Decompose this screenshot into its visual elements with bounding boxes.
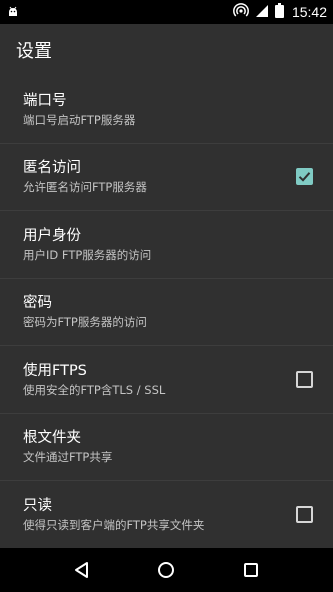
pref-summary: 文件通过FTP共享 (23, 450, 113, 465)
pref-root-folder[interactable]: 根文件夹 文件通过FTP共享 (0, 414, 333, 481)
pref-port[interactable]: 端口号 端口号启动FTP服务器 (0, 76, 333, 144)
recents-button[interactable] (231, 550, 271, 590)
pref-summary: 允许匿名访问FTP服务器 (23, 180, 147, 195)
pref-title: 只读 (23, 498, 52, 515)
back-icon (75, 562, 89, 578)
battery-icon (274, 2, 284, 22)
recents-icon (243, 563, 258, 577)
pref-title: 密码 (23, 295, 52, 312)
pref-use-ftps[interactable]: 使用FTPS 使用安全的FTP含TLS / SSL (0, 346, 333, 414)
status-time: 15:42 (291, 4, 327, 20)
pref-title: 用户身份 (23, 227, 81, 244)
pref-read-only[interactable]: 只读 使得只读到客户端的FTP共享文件夹 (0, 481, 333, 548)
hotspot-icon (233, 2, 249, 22)
back-button[interactable] (62, 550, 102, 590)
read-only-checkbox[interactable] (296, 506, 313, 524)
pref-summary: 端口号启动FTP服务器 (23, 112, 136, 127)
pref-title: 端口号 (23, 92, 67, 109)
pref-summary: 用户ID FTP服务器的访问 (23, 247, 152, 262)
status-bar: 15:42 (0, 0, 333, 24)
pref-summary: 使用安全的FTP含TLS / SSL (23, 382, 166, 397)
pref-password[interactable]: 密码 密码为FTP服务器的访问 (0, 279, 333, 346)
anonymous-access-checkbox[interactable] (296, 168, 313, 186)
pref-summary: 密码为FTP服务器的访问 (23, 315, 147, 330)
home-button[interactable] (146, 550, 186, 590)
preference-list: 端口号 端口号启动FTP服务器 匿名访问 允许匿名访问FTP服务器 用户身份 用… (0, 76, 333, 548)
settings-screen: 设置 端口号 端口号启动FTP服务器 匿名访问 允许匿名访问FTP服务器 用户身… (0, 24, 333, 548)
use-ftps-checkbox[interactable] (296, 370, 313, 388)
pref-title: 使用FTPS (23, 362, 87, 379)
signal-icon (255, 3, 269, 22)
pref-user-id[interactable]: 用户身份 用户ID FTP服务器的访问 (0, 211, 333, 279)
android-debug-icon (6, 3, 20, 22)
pref-anonymous-access[interactable]: 匿名访问 允许匿名访问FTP服务器 (0, 144, 333, 211)
pref-title: 根文件夹 (23, 430, 81, 447)
pref-summary: 使得只读到客户端的FTP共享文件夹 (23, 518, 205, 533)
checkmark-icon (298, 172, 311, 182)
home-icon (158, 562, 175, 578)
navigation-bar (0, 548, 333, 592)
pref-title: 匿名访问 (23, 160, 81, 177)
page-title: 设置 (16, 41, 52, 62)
